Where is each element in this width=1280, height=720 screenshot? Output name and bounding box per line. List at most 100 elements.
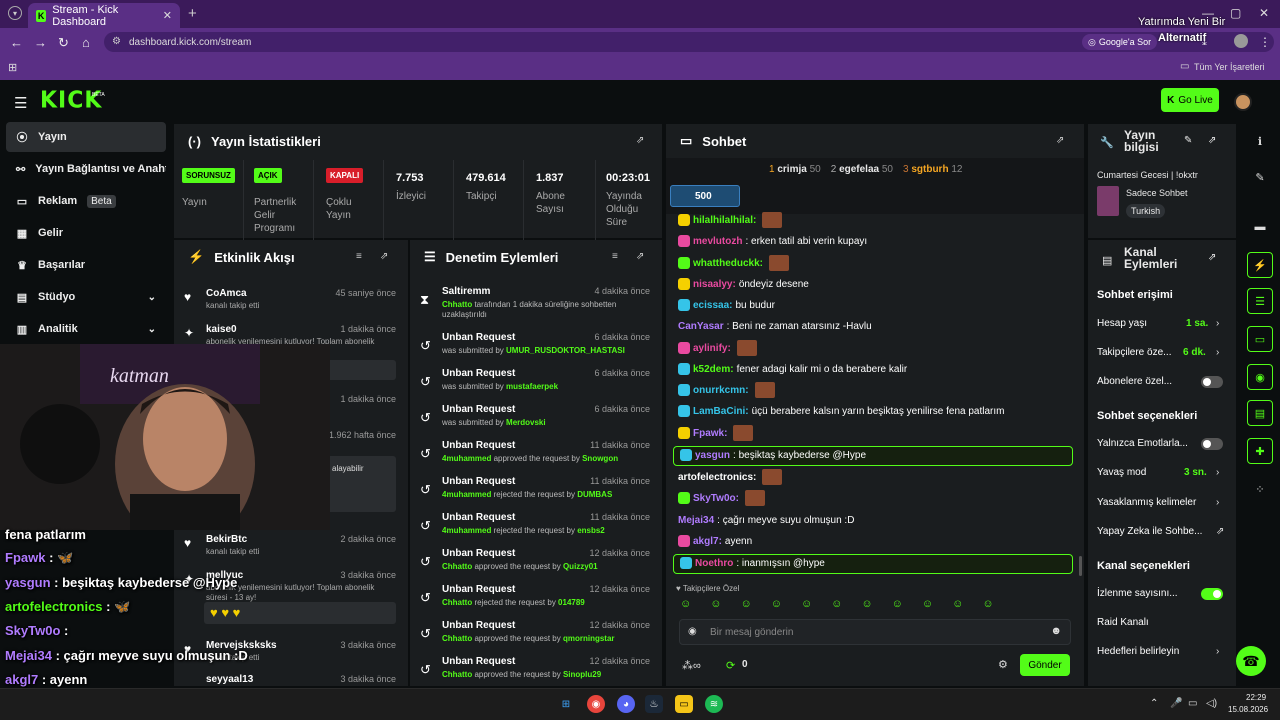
mod-actor[interactable]: Chhatto — [442, 598, 472, 607]
emote-only-toggle[interactable] — [1201, 438, 1223, 450]
mod-user[interactable]: Sinoplu29 — [563, 670, 601, 679]
chat-username[interactable]: Fpawk: — [693, 428, 727, 439]
filter-icon[interactable]: ≡ — [356, 251, 362, 262]
chat-username[interactable]: onurrkcmn: — [693, 385, 749, 396]
chat-username[interactable]: k52dem: — [693, 364, 734, 375]
discord-icon[interactable]: ◕ — [617, 695, 635, 713]
home-icon[interactable]: ⌂ — [82, 35, 90, 50]
apps-icon[interactable]: ⁘ — [1247, 476, 1273, 502]
microphone-icon[interactable]: 🎤 — [1170, 698, 1182, 709]
followers-only-label[interactable]: Takipçilere öze... — [1097, 347, 1171, 358]
emote-icon[interactable]: ☺ — [922, 598, 933, 610]
apps-icon[interactable]: ⊞ — [8, 61, 17, 74]
close-window-icon[interactable]: ✕ — [1259, 6, 1269, 20]
chat-username[interactable]: hilalhilalhilal: — [693, 215, 756, 226]
mod-user[interactable]: Snowgon — [582, 454, 618, 463]
leader-1[interactable]: 1 crimja 50 — [769, 164, 821, 175]
event-user[interactable]: seyyaal13 — [206, 674, 253, 685]
emote-icon[interactable]: ☺ — [861, 598, 872, 610]
mod-actor[interactable]: 4muhammed — [442, 526, 491, 535]
emote-row[interactable]: ☺ ☺ ☺ ☺ ☺ ☺ ☺ ☺ ☺ ☺ ☺ — [680, 598, 994, 610]
emote-icon[interactable]: ☺ — [892, 598, 903, 610]
event-user[interactable]: CoAmca — [206, 288, 247, 299]
forward-icon[interactable]: → — [34, 35, 47, 50]
popout-icon[interactable]: ⇗ — [636, 135, 644, 146]
event-user[interactable]: BekirBtc — [206, 534, 247, 545]
nav-item-gelir[interactable]: ▦ Gelir — [6, 218, 166, 248]
channel-icon[interactable]: ▤ — [1247, 400, 1273, 426]
mod-row[interactable]: ↺ Unban Request 12 dakika önce Chhatto appr… — [410, 618, 662, 654]
chat-username[interactable]: yasgun — [695, 450, 730, 461]
emote-icon[interactable]: ☺ — [680, 598, 691, 610]
popout-icon[interactable]: ⇗ — [636, 251, 644, 262]
chat-username[interactable]: artofelectronics: — [678, 472, 756, 483]
help-icon[interactable]: ☎ — [1236, 646, 1266, 676]
go-live-button[interactable]: K Go Live — [1161, 88, 1219, 112]
mod-row[interactable]: ↺ Unban Request 6 dakika önce was submitted… — [410, 330, 662, 366]
maximize-icon[interactable]: ▢ — [1230, 6, 1241, 20]
site-info-icon[interactable]: ⚙ — [112, 36, 121, 47]
leader-3[interactable]: 3 sgtburh 12 — [903, 164, 962, 175]
mod-user[interactable]: Quizzy01 — [563, 562, 598, 571]
network-icon[interactable]: ▭ — [1188, 698, 1197, 709]
chevron-right-icon[interactable]: › — [1216, 318, 1219, 329]
emoji-icon[interactable]: ☻ — [1050, 625, 1062, 637]
mod-user[interactable]: DUMBAS — [577, 490, 612, 499]
emote-icon[interactable]: ☺ — [740, 598, 751, 610]
steam-icon[interactable]: ♨ — [645, 695, 663, 713]
nav-item-studyo[interactable]: ▤ Stüdyo ⌄ — [6, 282, 166, 312]
mod-user[interactable]: UMUR_RUSDOKTOR_HASTASI — [506, 346, 625, 355]
wrench-icon[interactable]: ✚ — [1247, 438, 1273, 464]
pinned-gift[interactable]: 500 — [670, 185, 740, 207]
raid-channel-label[interactable]: Raid Kanalı — [1097, 617, 1149, 628]
chrome-icon[interactable]: ◉ — [587, 695, 605, 713]
chat-icon[interactable]: ▭ — [1247, 326, 1273, 352]
chat-username[interactable]: ecissaa: — [693, 300, 732, 311]
external-link-icon[interactable]: ⇗ — [1216, 526, 1224, 537]
google-sor-button[interactable]: ◎ Google'a Sor — [1082, 34, 1158, 50]
chat-username[interactable]: whattheduckk: — [693, 258, 763, 269]
emote-icon[interactable]: ☺ — [831, 598, 842, 610]
nav-item-stream-key[interactable]: ⚯ Yayın Bağlantısı ve Anahtar — [6, 154, 166, 184]
mod-row[interactable]: ↺ Unban Request 6 dakika önce was submitted… — [410, 366, 662, 402]
browser-tab[interactable]: K Stream - Kick Dashboard ✕ — [28, 3, 180, 28]
profile-avatar[interactable] — [1234, 34, 1248, 48]
info-icon[interactable]: ℹ — [1247, 128, 1273, 154]
edit-icon[interactable]: ✎ — [1184, 135, 1192, 146]
mod-actor[interactable]: 4muhammed — [442, 454, 491, 463]
nav-item-analitik[interactable]: ▥ Analitik ⌄ — [6, 314, 166, 344]
nav-item-reklam[interactable]: ▭ Reklam Beta — [6, 186, 166, 216]
popout-icon[interactable]: ⇗ — [1056, 135, 1064, 146]
mod-actor[interactable]: Chhatto — [442, 634, 472, 643]
mod-user[interactable]: qmorningstar — [563, 634, 615, 643]
spotify-icon[interactable]: ≋ — [705, 695, 723, 713]
mod-row[interactable]: ↺ Unban Request 11 dakika önce 4muhammed re… — [410, 510, 662, 546]
mod-row[interactable]: ↺ Unban Request 12 dakika önce Chhatto appr… — [410, 654, 662, 690]
mod-user[interactable]: 014789 — [558, 598, 585, 607]
chat-username[interactable]: Noethro — [695, 558, 733, 569]
ai-chat-label[interactable]: Yapay Zeka ile Sohbe... — [1097, 526, 1202, 537]
mod-user[interactable]: ensbs2 — [577, 526, 605, 535]
stats-icon[interactable]: ◉ — [1247, 364, 1273, 390]
chevron-right-icon[interactable]: › — [1216, 646, 1219, 657]
all-bookmarks[interactable]: Tüm Yer İşaretleri — [1194, 62, 1265, 72]
chat-username[interactable]: CanYasar — [678, 321, 724, 332]
mod-user[interactable]: Merdovski — [506, 418, 546, 427]
nav-item-basarilar[interactable]: ♛ Başarılar — [6, 250, 166, 280]
goals-label[interactable]: Hedefleri belirleyin — [1097, 646, 1179, 657]
account-age-label[interactable]: Hesap yaşı — [1097, 318, 1147, 329]
mod-row[interactable]: ↺ Unban Request 12 dakika önce Chhatto reje… — [410, 582, 662, 618]
leader-2[interactable]: 2 egefelaa 50 — [831, 164, 893, 175]
close-tab-icon[interactable]: ✕ — [163, 9, 172, 22]
chat-username[interactable]: Mejai34 — [678, 515, 714, 526]
user-avatar[interactable] — [1234, 93, 1252, 111]
lightning-icon[interactable]: ⚡ — [1247, 252, 1273, 278]
user-badge-icon[interactable]: ◉ — [688, 626, 697, 637]
emote-icon[interactable]: ☺ — [801, 598, 812, 610]
hamburger-menu-icon[interactable]: ☰ — [14, 94, 27, 112]
chat-settings-icon[interactable]: ⚙ — [998, 658, 1008, 671]
popout-icon[interactable]: ⇗ — [380, 251, 388, 262]
chat-username[interactable]: aylinify: — [693, 343, 731, 354]
mod-row[interactable]: ↺ Unban Request 11 dakika önce 4muhammed ap… — [410, 438, 662, 474]
filter-icon[interactable]: ≡ — [612, 251, 618, 262]
